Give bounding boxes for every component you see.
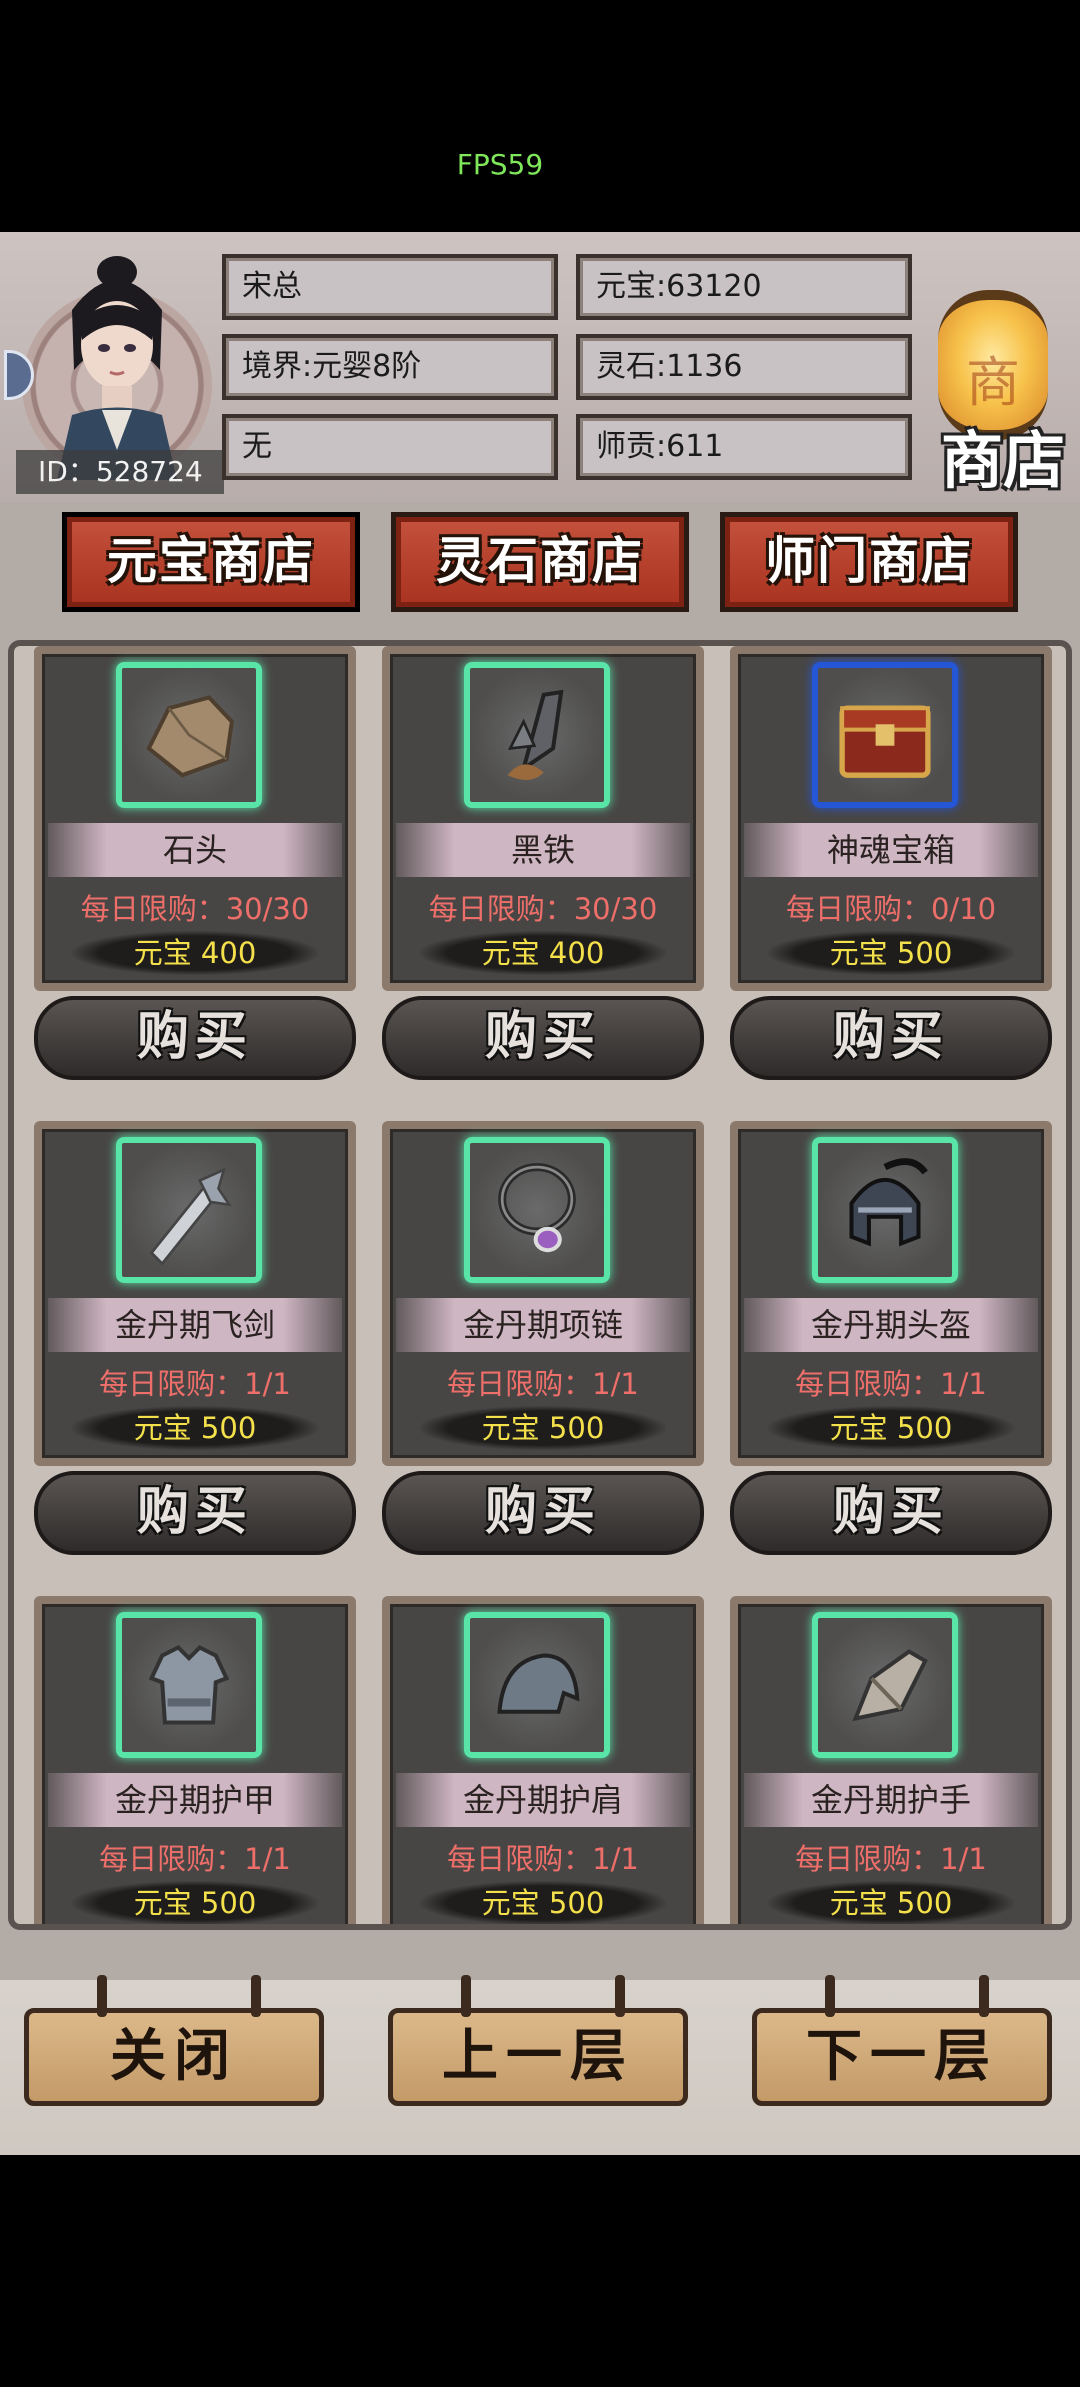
item-daily-limit: 每日限购：1/1: [795, 1367, 987, 1401]
item-daily-limit: 每日限购：30/30: [80, 892, 310, 926]
shop-item-card: 金丹期护肩 每日限购：1/1 元宝 500: [382, 1596, 704, 1924]
player-id: ID：528724: [16, 450, 224, 494]
item-price: 元宝 400: [420, 931, 666, 975]
item-price: 元宝 400: [72, 931, 318, 975]
player-realm: 境界:元婴8阶: [222, 334, 558, 400]
item-name: 黑铁: [396, 823, 690, 877]
character-portrait-icon: [57, 256, 177, 480]
item-daily-limit: 每日限购：1/1: [447, 1367, 639, 1401]
buy-button[interactable]: 购买: [382, 996, 704, 1080]
pauldron-icon[interactable]: [464, 1612, 610, 1758]
avatar[interactable]: ID：528724: [4, 240, 224, 494]
item-price: 元宝 500: [768, 1406, 1014, 1450]
helmet-icon[interactable]: [812, 1137, 958, 1283]
fps-counter: FPS59: [456, 148, 544, 181]
shop-title: 商店: [940, 424, 1065, 497]
item-price: 元宝 500: [768, 1881, 1014, 1924]
item-price: 元宝 500: [768, 931, 1014, 975]
item-price: 元宝 500: [420, 1881, 666, 1924]
item-daily-limit: 每日限购：0/10: [785, 892, 997, 926]
buy-button[interactable]: 购买: [382, 1471, 704, 1555]
item-daily-limit: 每日限购：1/1: [795, 1842, 987, 1876]
item-name: 金丹期头盔: [744, 1298, 1038, 1352]
shop-sign: 商 商店: [928, 250, 1078, 497]
item-daily-limit: 每日限购：1/1: [99, 1367, 291, 1401]
item-price: 元宝 500: [72, 1881, 318, 1924]
shop-item-card: 黑铁 每日限购：30/30 元宝 400 购买: [382, 646, 704, 1084]
next-floor-button[interactable]: 下一层: [752, 1975, 1052, 2106]
buy-button[interactable]: 购买: [730, 996, 1052, 1080]
tab-sect-shop[interactable]: 师门商店: [720, 512, 1018, 612]
item-grid[interactable]: 石头 每日限购：30/30 元宝 400 购买 黑铁 每日限购：30/30 元宝…: [8, 640, 1072, 1930]
item-name: 金丹期护手: [744, 1773, 1038, 1827]
item-name: 金丹期飞剑: [48, 1298, 342, 1352]
item-name: 金丹期护肩: [396, 1773, 690, 1827]
player-sect: 无: [222, 414, 558, 480]
item-name: 石头: [48, 823, 342, 877]
tab-lingshi-shop[interactable]: 灵石商店: [391, 512, 689, 612]
item-name: 神魂宝箱: [744, 823, 1038, 877]
shop-item-card: 神魂宝箱 每日限购：0/10 元宝 500 购买: [730, 646, 1052, 1084]
buy-button[interactable]: 购买: [34, 1471, 356, 1555]
shop-item-card: 金丹期护手 每日限购：1/1 元宝 500: [730, 1596, 1052, 1924]
item-daily-limit: 每日限购：1/1: [447, 1842, 639, 1876]
treasure-chest-icon[interactable]: [812, 662, 958, 808]
item-daily-limit: 每日限购：1/1: [99, 1842, 291, 1876]
shop-item-card: 金丹期头盔 每日限购：1/1 元宝 500 购买: [730, 1121, 1052, 1559]
item-price: 元宝 500: [420, 1406, 666, 1450]
buy-button[interactable]: 购买: [34, 996, 356, 1080]
shop-item-card: 金丹期项链 每日限购：1/1 元宝 500 购买: [382, 1121, 704, 1559]
armor-icon[interactable]: [116, 1612, 262, 1758]
flying-sword-icon[interactable]: [116, 1137, 262, 1283]
shop-item-card: 石头 每日限购：30/30 元宝 400 购买: [34, 646, 356, 1084]
shop-item-card: 金丹期护甲 每日限购：1/1 元宝 500: [34, 1596, 356, 1924]
player-name: 宋总: [222, 254, 558, 320]
item-name: 金丹期项链: [396, 1298, 690, 1352]
gauntlet-icon[interactable]: [812, 1612, 958, 1758]
shop-item-card: 金丹期飞剑 每日限购：1/1 元宝 500 购买: [34, 1121, 356, 1559]
necklace-icon[interactable]: [464, 1137, 610, 1283]
black-iron-icon[interactable]: [464, 662, 610, 808]
shigong-balance: 师贡:611: [576, 414, 912, 480]
item-name: 金丹期护甲: [48, 1773, 342, 1827]
close-button[interactable]: 关闭: [24, 1975, 324, 2106]
stone-icon[interactable]: [116, 662, 262, 808]
yuanbao-balance: 元宝:63120: [576, 254, 912, 320]
lingshi-balance: 灵石:1136: [576, 334, 912, 400]
prev-floor-button[interactable]: 上一层: [388, 1975, 688, 2106]
buy-button[interactable]: 购买: [730, 1471, 1052, 1555]
item-price: 元宝 500: [72, 1406, 318, 1450]
tab-yuanbao-shop[interactable]: 元宝商店: [62, 512, 360, 612]
item-daily-limit: 每日限购：30/30: [428, 892, 658, 926]
